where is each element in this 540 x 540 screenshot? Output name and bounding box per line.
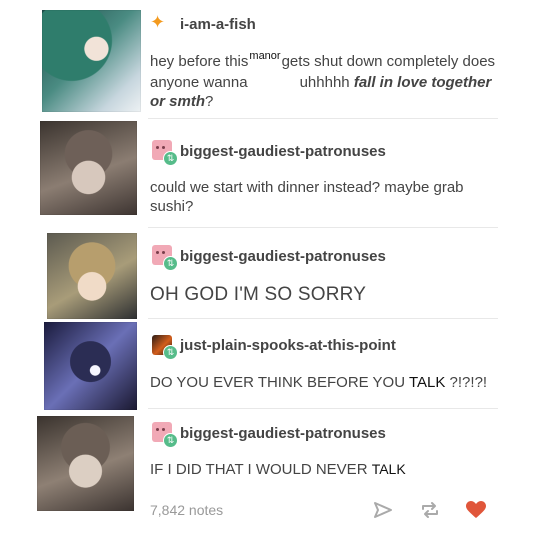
post-text-part: ? — [205, 93, 214, 110]
username[interactable]: just-plain-spooks-at-this-point — [180, 337, 396, 354]
avatar[interactable] — [42, 10, 141, 112]
post-text-part: uhhhhh — [299, 74, 350, 91]
notes-count[interactable]: 7,842 notes — [150, 502, 223, 518]
post-text-part: DO YOU EVER THINK BEFORE YOU — [150, 374, 406, 391]
reblog-badge-icon: ⇅ — [163, 345, 178, 360]
post-text: could we start with dinner instead? mayb… — [150, 179, 464, 215]
avatar[interactable] — [40, 121, 137, 215]
username[interactable]: biggest-gaudiest-patronuses — [180, 425, 386, 442]
username[interactable]: biggest-gaudiest-patronuses — [180, 143, 386, 160]
avatar[interactable] — [37, 416, 134, 511]
reblog-badge-icon: ⇅ — [163, 256, 178, 271]
divider — [148, 318, 498, 319]
reblog-badge-icon: ⇅ — [163, 151, 178, 166]
post-text-part: ?!?!?! — [449, 374, 488, 391]
post-text: DO YOU EVER THINK BEFORE YOU TALK ?!?!?! — [150, 373, 510, 392]
inserted-word: TALK — [371, 461, 406, 477]
post-text-part: hey before this — [150, 53, 249, 70]
fish-icon: ✦ — [150, 12, 166, 32]
post-text: IF I DID THAT I WOULD NEVER TALK — [150, 460, 500, 479]
post-text-part: IF I DID THAT I WOULD NEVER — [150, 461, 368, 478]
share-icon[interactable] — [372, 500, 394, 520]
inserted-word: TALK — [408, 374, 446, 391]
inserted-word: manor — [249, 50, 281, 62]
heart-icon[interactable] — [465, 500, 487, 520]
username[interactable]: biggest-gaudiest-patronuses — [180, 248, 386, 265]
post-text: hey before thismanorgets shut down compl… — [150, 50, 500, 111]
avatar[interactable] — [47, 233, 137, 319]
avatar[interactable] — [44, 322, 137, 410]
reblog-badge-icon: ⇅ — [163, 433, 178, 448]
username[interactable]: i-am-a-fish — [180, 16, 256, 33]
post-text: OH GOD I'M SO SORRY — [150, 284, 367, 305]
reblog-icon[interactable] — [419, 500, 441, 520]
divider — [148, 118, 498, 119]
divider — [148, 227, 498, 228]
divider — [148, 408, 498, 409]
